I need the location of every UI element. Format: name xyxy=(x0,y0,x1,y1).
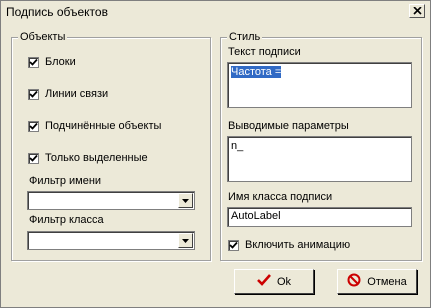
checkbox-box[interactable] xyxy=(28,88,39,100)
cancel-label: Отмена xyxy=(367,275,407,288)
style-legend: Стиль xyxy=(227,31,263,43)
caption-class-field[interactable]: AutoLabel xyxy=(227,207,412,227)
output-params-value: n_ xyxy=(231,140,244,152)
check-icon xyxy=(29,122,38,130)
close-icon xyxy=(413,7,422,15)
cancel-icon xyxy=(347,273,361,290)
objects-legend: Объекты xyxy=(18,31,68,43)
dropdown-button[interactable] xyxy=(178,193,193,208)
checkbox-box[interactable] xyxy=(228,239,239,251)
caption-class-label: Имя класса подписи xyxy=(228,191,333,203)
caption-text-label: Текст подписи xyxy=(228,46,301,58)
checkbox-label: Подчинённые объекты xyxy=(45,120,162,132)
checkbox-box[interactable] xyxy=(28,152,39,164)
name-filter-combo[interactable] xyxy=(27,191,195,210)
check-icon xyxy=(29,58,38,66)
dialog-window: Подпись объектов Объекты Блоки Линии свя… xyxy=(0,0,431,308)
output-params-field[interactable]: n_ xyxy=(227,136,412,182)
checkbox-box[interactable] xyxy=(28,56,39,68)
checkbox-label: Только выделенные xyxy=(45,152,148,164)
class-filter-label: Фильтр класса xyxy=(29,214,104,226)
check-icon xyxy=(29,154,38,162)
window-title: Подпись объектов xyxy=(6,5,108,19)
checkbox-selected-only[interactable]: Только выделенные xyxy=(28,152,148,164)
objects-group: Объекты xyxy=(11,31,211,261)
dropdown-button[interactable] xyxy=(178,233,193,248)
cancel-button[interactable]: Отмена xyxy=(337,269,417,294)
check-icon xyxy=(29,90,38,98)
ok-label: Ok xyxy=(276,275,292,288)
check-icon xyxy=(257,274,271,289)
name-filter-label: Фильтр имени xyxy=(29,175,102,187)
chevron-down-icon xyxy=(182,239,189,243)
close-button[interactable] xyxy=(409,4,425,18)
check-icon xyxy=(229,241,238,249)
checkbox-animation[interactable]: Включить анимацию xyxy=(228,239,350,251)
checkbox-blocks[interactable]: Блоки xyxy=(28,56,76,68)
caption-text-field[interactable]: Частота = xyxy=(227,62,412,108)
checkbox-links[interactable]: Линии связи xyxy=(28,88,108,100)
checkbox-subordinate[interactable]: Подчинённые объекты xyxy=(28,120,161,132)
caption-text-value: Частота = xyxy=(231,66,282,78)
class-filter-combo[interactable] xyxy=(27,231,195,250)
checkbox-label: Линии связи xyxy=(45,88,109,100)
ok-button[interactable]: Ok xyxy=(234,269,314,294)
title-bar: Подпись объектов xyxy=(1,1,430,23)
output-params-label: Выводимые параметры xyxy=(228,120,349,132)
checkbox-label: Включить анимацию xyxy=(245,239,351,251)
checkbox-label: Блоки xyxy=(45,56,76,68)
caption-class-value: AutoLabel xyxy=(231,210,281,222)
chevron-down-icon xyxy=(182,199,189,203)
checkbox-box[interactable] xyxy=(28,120,39,132)
